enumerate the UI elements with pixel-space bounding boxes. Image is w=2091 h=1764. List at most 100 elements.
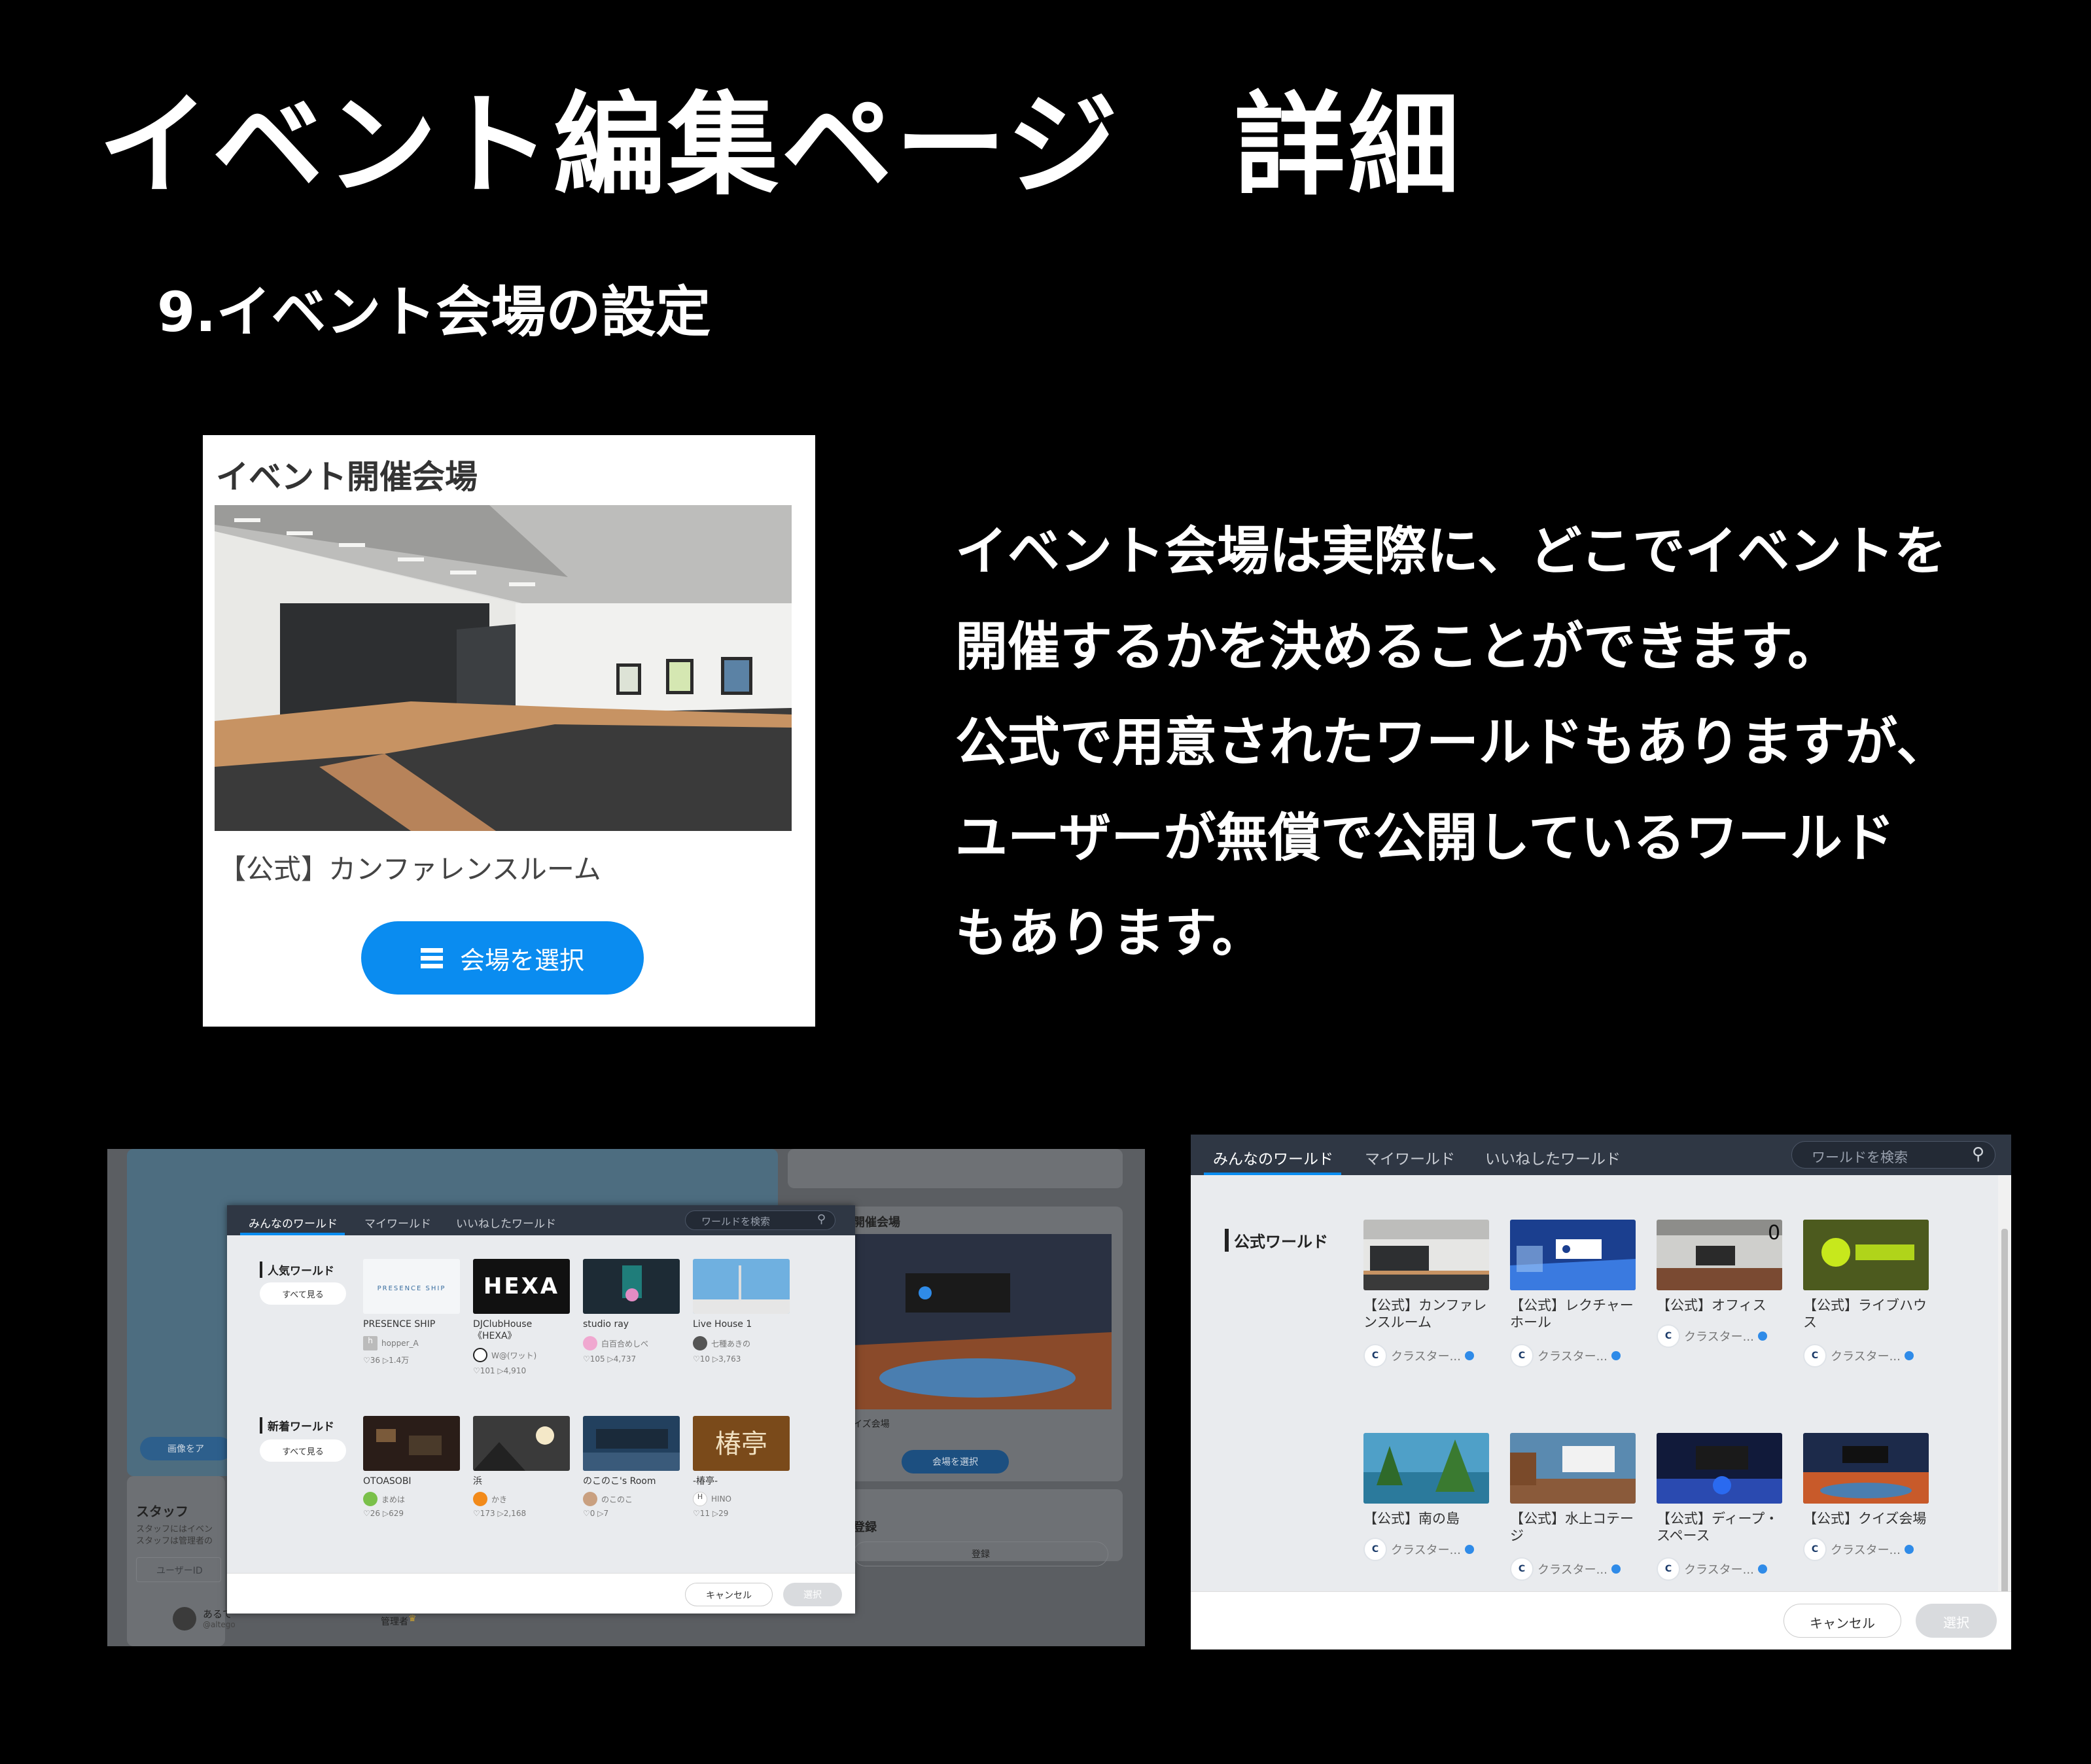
world-stats: ♡10 ▷3,763	[693, 1354, 741, 1364]
select-venue-label: 会場を選択	[459, 945, 584, 975]
world-stats: ♡173 ▷2,168	[473, 1509, 526, 1518]
world-name: studio ray	[583, 1319, 629, 1330]
world-thumbnail	[583, 1259, 680, 1314]
world-thumbnail: HEXA	[473, 1259, 570, 1314]
upload-image-button[interactable]: 画像をア	[140, 1437, 232, 1460]
world-name: 【公式】南の島	[1363, 1511, 1460, 1526]
author-name: クラスター...	[1391, 1350, 1461, 1364]
world-author: H HINO	[693, 1492, 731, 1506]
avatar	[363, 1492, 378, 1506]
cluster-logo-icon: C	[1803, 1538, 1827, 1561]
world-name: 【公式】クイズ会場	[1803, 1511, 1927, 1526]
world-name: 浜	[473, 1476, 482, 1487]
tab-my-worlds[interactable]: マイワールド	[364, 1214, 431, 1231]
tab-liked-worlds[interactable]: いいねしたワールド	[456, 1214, 556, 1231]
view-count: ▷4,910	[497, 1366, 527, 1375]
author-name: クラスター...	[1538, 1563, 1608, 1577]
author-name: 七種あきの	[711, 1339, 751, 1349]
cluster-logo-icon: C	[1803, 1344, 1827, 1367]
world-author: のこのこ	[583, 1492, 633, 1506]
staff-description: スタッフは管理者の	[136, 1536, 213, 1546]
world-author: C クラスター...	[1510, 1557, 1621, 1581]
world-stats: ♡11 ▷29	[693, 1509, 728, 1518]
tab-everyone-worlds[interactable]: みんなのワールド	[1213, 1146, 1333, 1169]
cancel-button[interactable]: キャンセル	[1784, 1604, 1901, 1638]
world-name: DJClubHouse 《HEXA》	[473, 1319, 533, 1341]
avatar	[583, 1492, 597, 1506]
view-count: ▷1.4万	[382, 1356, 410, 1365]
tab-my-worlds[interactable]: マイワールド	[1365, 1146, 1455, 1169]
scrollbar-thumb[interactable]	[2001, 1229, 2008, 1595]
user-id-field[interactable]: ユーザーID	[136, 1557, 221, 1582]
author-name: クラスター...	[1831, 1544, 1901, 1557]
scrollbar[interactable]	[1998, 1175, 2011, 1595]
search-input[interactable]: ワールドを検索 ⚲	[685, 1210, 835, 1230]
section-label: 公式ワールド	[1225, 1229, 1328, 1252]
world-stats: ♡26 ▷629	[363, 1509, 404, 1518]
description-line: もあります。	[955, 903, 1264, 964]
avatar	[583, 1336, 597, 1350]
register-heading: 登録	[853, 1521, 877, 1534]
world-stats: ♡36 ▷1.4万	[363, 1354, 409, 1366]
see-all-button[interactable]: すべて見る	[260, 1282, 346, 1305]
world-author: h hopper_A	[363, 1336, 419, 1350]
avatar: H	[693, 1492, 707, 1506]
select-button[interactable]: 選択	[1916, 1604, 1997, 1638]
author-name: かき	[491, 1494, 508, 1504]
list-icon	[420, 947, 443, 968]
view-count: ▷2,168	[497, 1509, 527, 1518]
thumbnail-text: HEXA	[483, 1273, 560, 1299]
dialog-body: 公式ワールド 【公式】カンファレンスルーム C クラスター... 【公式】レクチャ…	[1191, 1175, 1998, 1591]
search-icon: ⚲	[1971, 1144, 1984, 1164]
member-handle: @altego	[203, 1620, 236, 1629]
tab-everyone-worlds[interactable]: みんなのワールド	[249, 1214, 338, 1231]
view-count: ▷29	[712, 1509, 729, 1518]
select-venue-button[interactable]: 会場を選択	[902, 1450, 1009, 1473]
author-name: クラスター...	[1684, 1330, 1754, 1344]
tab-liked-worlds[interactable]: いいねしたワールド	[1485, 1146, 1621, 1169]
description-text: イベント会場は実際に、どこでイベントを 開催するかを決めることができます。 公式…	[955, 504, 2054, 981]
role-label: 管理者	[381, 1617, 408, 1627]
dialog-body: 人気ワールド すべて見る PRESENCE SHIP PRESENCE SHIP…	[227, 1235, 855, 1573]
select-button[interactable]: 選択	[783, 1583, 842, 1606]
world-thumbnail	[1657, 1433, 1782, 1504]
view-count: ▷629	[382, 1509, 404, 1518]
world-name: OTOASOBI	[363, 1476, 412, 1487]
see-all-button[interactable]: すべて見る	[260, 1439, 346, 1462]
upload-label: 画像をア	[167, 1444, 204, 1455]
venue-world-name: 【公式】カンファレンスルーム	[219, 853, 601, 885]
world-thumbnail	[1803, 1220, 1929, 1290]
verified-icon	[1464, 1545, 1474, 1554]
cancel-button[interactable]: キャンセル	[685, 1583, 773, 1606]
world-author: 白百合めしべ	[583, 1336, 648, 1350]
world-name: 【公式】ディープ・スペース	[1657, 1511, 1779, 1544]
world-author: C クラスター...	[1803, 1538, 1914, 1561]
description-line: 開催するかを決めることができます。	[955, 616, 1840, 677]
world-name: のこのこ's Room	[583, 1476, 656, 1487]
dialog-header: みんなのワールド マイワールド いいねしたワールド ワールドを検索 ⚲	[227, 1205, 855, 1235]
world-name: 【公式】レクチャーホール	[1510, 1297, 1634, 1331]
venue-heading: イベント開催会場	[216, 458, 478, 496]
dialog-header: みんなのワールド マイワールド いいねしたワールド ワールドを検索 ⚲	[1191, 1135, 2011, 1175]
author-name: hopper_A	[381, 1339, 419, 1348]
verified-icon	[1757, 1564, 1767, 1574]
register-label: 登録	[972, 1549, 990, 1560]
author-name: まめは	[381, 1494, 406, 1504]
world-author: C クラスター...	[1657, 1557, 1767, 1581]
world-author: C クラスター...	[1803, 1344, 1914, 1367]
background-card	[788, 1149, 1123, 1188]
world-name: 【公式】水上コテージ	[1510, 1511, 1634, 1544]
thumbnail-text: 椿亭	[715, 1429, 767, 1459]
select-venue-button[interactable]: 会場を選択	[361, 921, 644, 995]
world-thumbnail	[583, 1416, 680, 1471]
search-input[interactable]: ワールドを検索 ⚲	[1791, 1141, 1995, 1169]
author-name: 白百合めしべ	[601, 1339, 649, 1349]
staff-description: スタッフにはイベン	[136, 1525, 213, 1534]
world-thumbnail	[1363, 1220, 1489, 1290]
register-button[interactable]: 登録	[853, 1542, 1108, 1566]
view-count: ▷3,763	[712, 1354, 741, 1364]
search-placeholder: ワールドを検索	[1812, 1150, 1908, 1165]
world-author: 七種あきの	[693, 1336, 750, 1350]
world-author: かき	[473, 1492, 507, 1506]
like-count: ♡26	[363, 1509, 381, 1518]
